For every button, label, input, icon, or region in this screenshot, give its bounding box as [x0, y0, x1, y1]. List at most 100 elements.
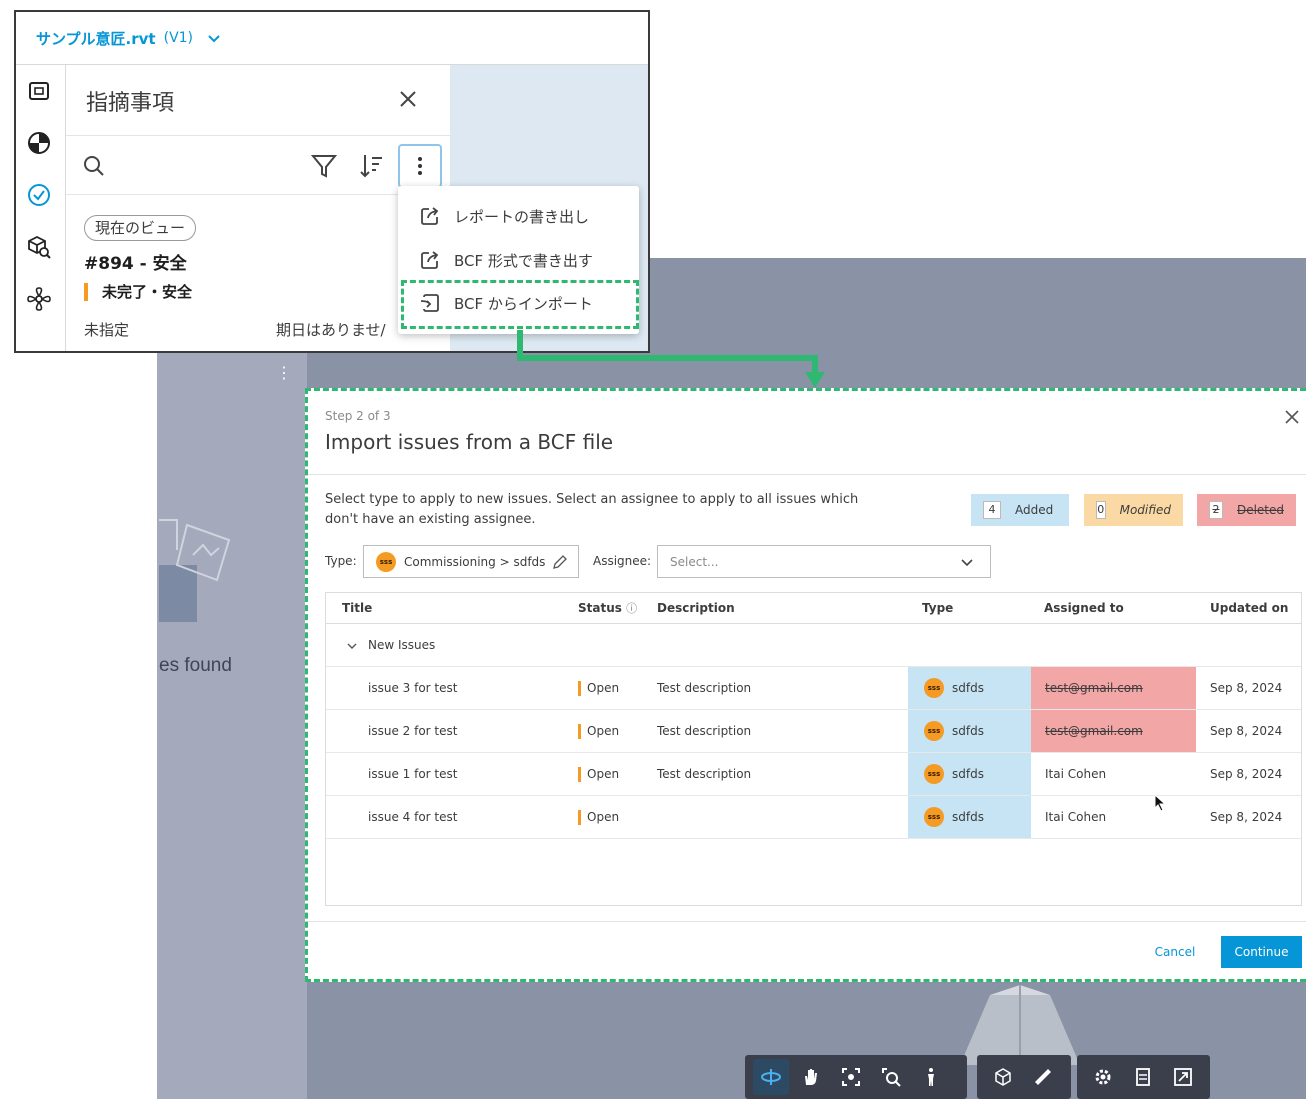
description-cell: Test description — [657, 767, 752, 781]
settings-button[interactable] — [1085, 1059, 1121, 1095]
table-row[interactable]: issue 2 for test Open Test description s… — [326, 710, 1301, 753]
status-text: Open — [587, 810, 620, 824]
updated-cell: Sep 8, 2024 — [1210, 724, 1283, 738]
menu-item-export-report[interactable]: レポートの書き出し — [398, 196, 639, 236]
model-search-icon[interactable] — [25, 233, 53, 261]
type-cell: sss sdfds — [908, 710, 1031, 752]
type-cell: sss sdfds — [908, 796, 1031, 838]
legend-count: 4 — [983, 501, 1001, 519]
bcf-import-dialog: Step 2 of 3 Import issues from a BCF fil… — [305, 388, 1306, 982]
type-badge: sss — [924, 678, 944, 698]
divider — [305, 474, 1306, 475]
sort-icon[interactable] — [358, 152, 386, 180]
fit-view-button[interactable] — [833, 1059, 869, 1095]
type-badge: sss — [924, 807, 944, 827]
model-browser-button[interactable] — [985, 1059, 1021, 1095]
legend-label: Deleted — [1236, 503, 1284, 517]
legend-label: Modified — [1119, 503, 1171, 517]
close-icon[interactable] — [396, 87, 420, 111]
legend-label: Added — [1015, 503, 1054, 517]
assignee-label: Assignee: — [593, 554, 652, 568]
status-cell: Open — [578, 667, 619, 709]
table-row[interactable]: issue 3 for test Open Test description s… — [326, 667, 1301, 710]
orbit-icon — [761, 1069, 781, 1085]
kebab-icon — [418, 157, 422, 175]
file-name[interactable]: サンプル意匠.rvt — [36, 28, 156, 49]
issues-empty-pane — [157, 258, 307, 1099]
search-icon[interactable] — [82, 154, 106, 178]
issue-title[interactable]: #894 - 安全 — [84, 249, 187, 274]
description-cell: Test description — [657, 724, 752, 738]
type-selector[interactable]: sss Commissioning > sdfds — [363, 545, 579, 578]
current-view-chip[interactable]: 現在のビュー — [84, 215, 197, 241]
issue-title: issue 3 for test — [368, 681, 458, 695]
chevron-down-icon[interactable] — [207, 31, 221, 45]
group-row-new-issues[interactable]: New Issues — [326, 624, 1301, 667]
first-person-button[interactable] — [913, 1059, 949, 1095]
status-indicator — [578, 724, 581, 739]
more-options-button[interactable] — [398, 144, 442, 188]
assignee-dropdown[interactable]: Select... — [657, 545, 991, 578]
status-cell: Open — [578, 753, 619, 795]
status-indicator — [578, 681, 581, 696]
person-icon — [928, 1068, 934, 1086]
zoom-window-button[interactable] — [873, 1059, 909, 1095]
assigned-cell: Itai Cohen — [1045, 767, 1107, 781]
pencil-icon[interactable] — [552, 554, 568, 570]
table-row[interactable]: issue 1 for test Open Test description s… — [326, 753, 1301, 796]
group-label: New Issues — [368, 638, 436, 652]
measure-button[interactable] — [1025, 1059, 1061, 1095]
type-label: Type: — [325, 554, 357, 568]
connector-arrow — [517, 330, 825, 388]
issue-due-date: 期日はありませ/ — [276, 321, 386, 339]
viewer-navigation-toolbar — [745, 1055, 967, 1099]
export-icon — [421, 207, 439, 225]
status-text: Open — [587, 724, 620, 738]
mep-fan-icon[interactable] — [25, 285, 53, 313]
chevron-down-icon[interactable] — [346, 640, 358, 652]
focus-icon — [842, 1068, 860, 1086]
info-icon[interactable]: ⓘ — [626, 602, 637, 615]
menu-item-label: レポートの書き出し — [454, 207, 590, 226]
step-indicator: Step 2 of 3 — [325, 409, 391, 423]
gear-icon — [1095, 1069, 1111, 1085]
file-version[interactable]: (V1) — [164, 30, 193, 46]
legend-count: 2 — [1209, 501, 1223, 519]
legend-added: 4 Added — [971, 494, 1069, 526]
sheets-icon[interactable] — [25, 77, 53, 105]
column-header-assigned: Assigned to — [1044, 601, 1124, 615]
continue-button[interactable]: Continue — [1221, 936, 1302, 968]
updated-cell: Sep 8, 2024 — [1210, 810, 1283, 824]
properties-button[interactable] — [1125, 1059, 1161, 1095]
description-cell: Test description — [657, 681, 752, 695]
column-header-label: Status — [578, 601, 622, 615]
issues-panel-title: 指摘事項 — [86, 91, 175, 116]
menu-item-label: BCF 形式で書き出す — [454, 251, 593, 270]
menu-item-export-bcf[interactable]: BCF 形式で書き出す — [398, 240, 639, 280]
footer-divider — [305, 921, 1306, 922]
type-badge: sss — [924, 721, 944, 741]
status-indicator — [578, 810, 581, 825]
status-text: Open — [587, 681, 620, 695]
filter-icon[interactable] — [310, 152, 338, 180]
issues-check-icon[interactable] — [25, 181, 53, 209]
status-text: Open — [587, 767, 620, 781]
model-tree-icon[interactable] — [25, 129, 53, 157]
mouse-cursor-icon — [1154, 794, 1167, 812]
orbit-tool-button[interactable] — [753, 1059, 789, 1095]
updated-cell: Sep 8, 2024 — [1210, 767, 1283, 781]
type-badge: sss — [376, 551, 396, 572]
issues-panel: 指摘事項 現在のビュー #894 - 安全 未完了・安全 未指定 期日はありませ… — [66, 65, 450, 351]
assignee-placeholder: Select... — [670, 554, 719, 569]
issue-status: 未完了・安全 — [84, 283, 192, 301]
issues-toolbar — [66, 135, 450, 195]
more-options-icon[interactable]: ⋮ — [276, 362, 292, 384]
type-text: sdfds — [952, 724, 984, 738]
viewer-model-toolbar — [977, 1055, 1071, 1099]
cancel-button[interactable]: Cancel — [1143, 936, 1207, 968]
dialog-title: Import issues from a BCF file — [325, 430, 614, 454]
pan-tool-button[interactable] — [793, 1059, 829, 1095]
fullscreen-button[interactable] — [1165, 1059, 1201, 1095]
close-icon[interactable] — [1283, 408, 1301, 426]
type-value: Commissioning > sdfds — [404, 554, 546, 569]
